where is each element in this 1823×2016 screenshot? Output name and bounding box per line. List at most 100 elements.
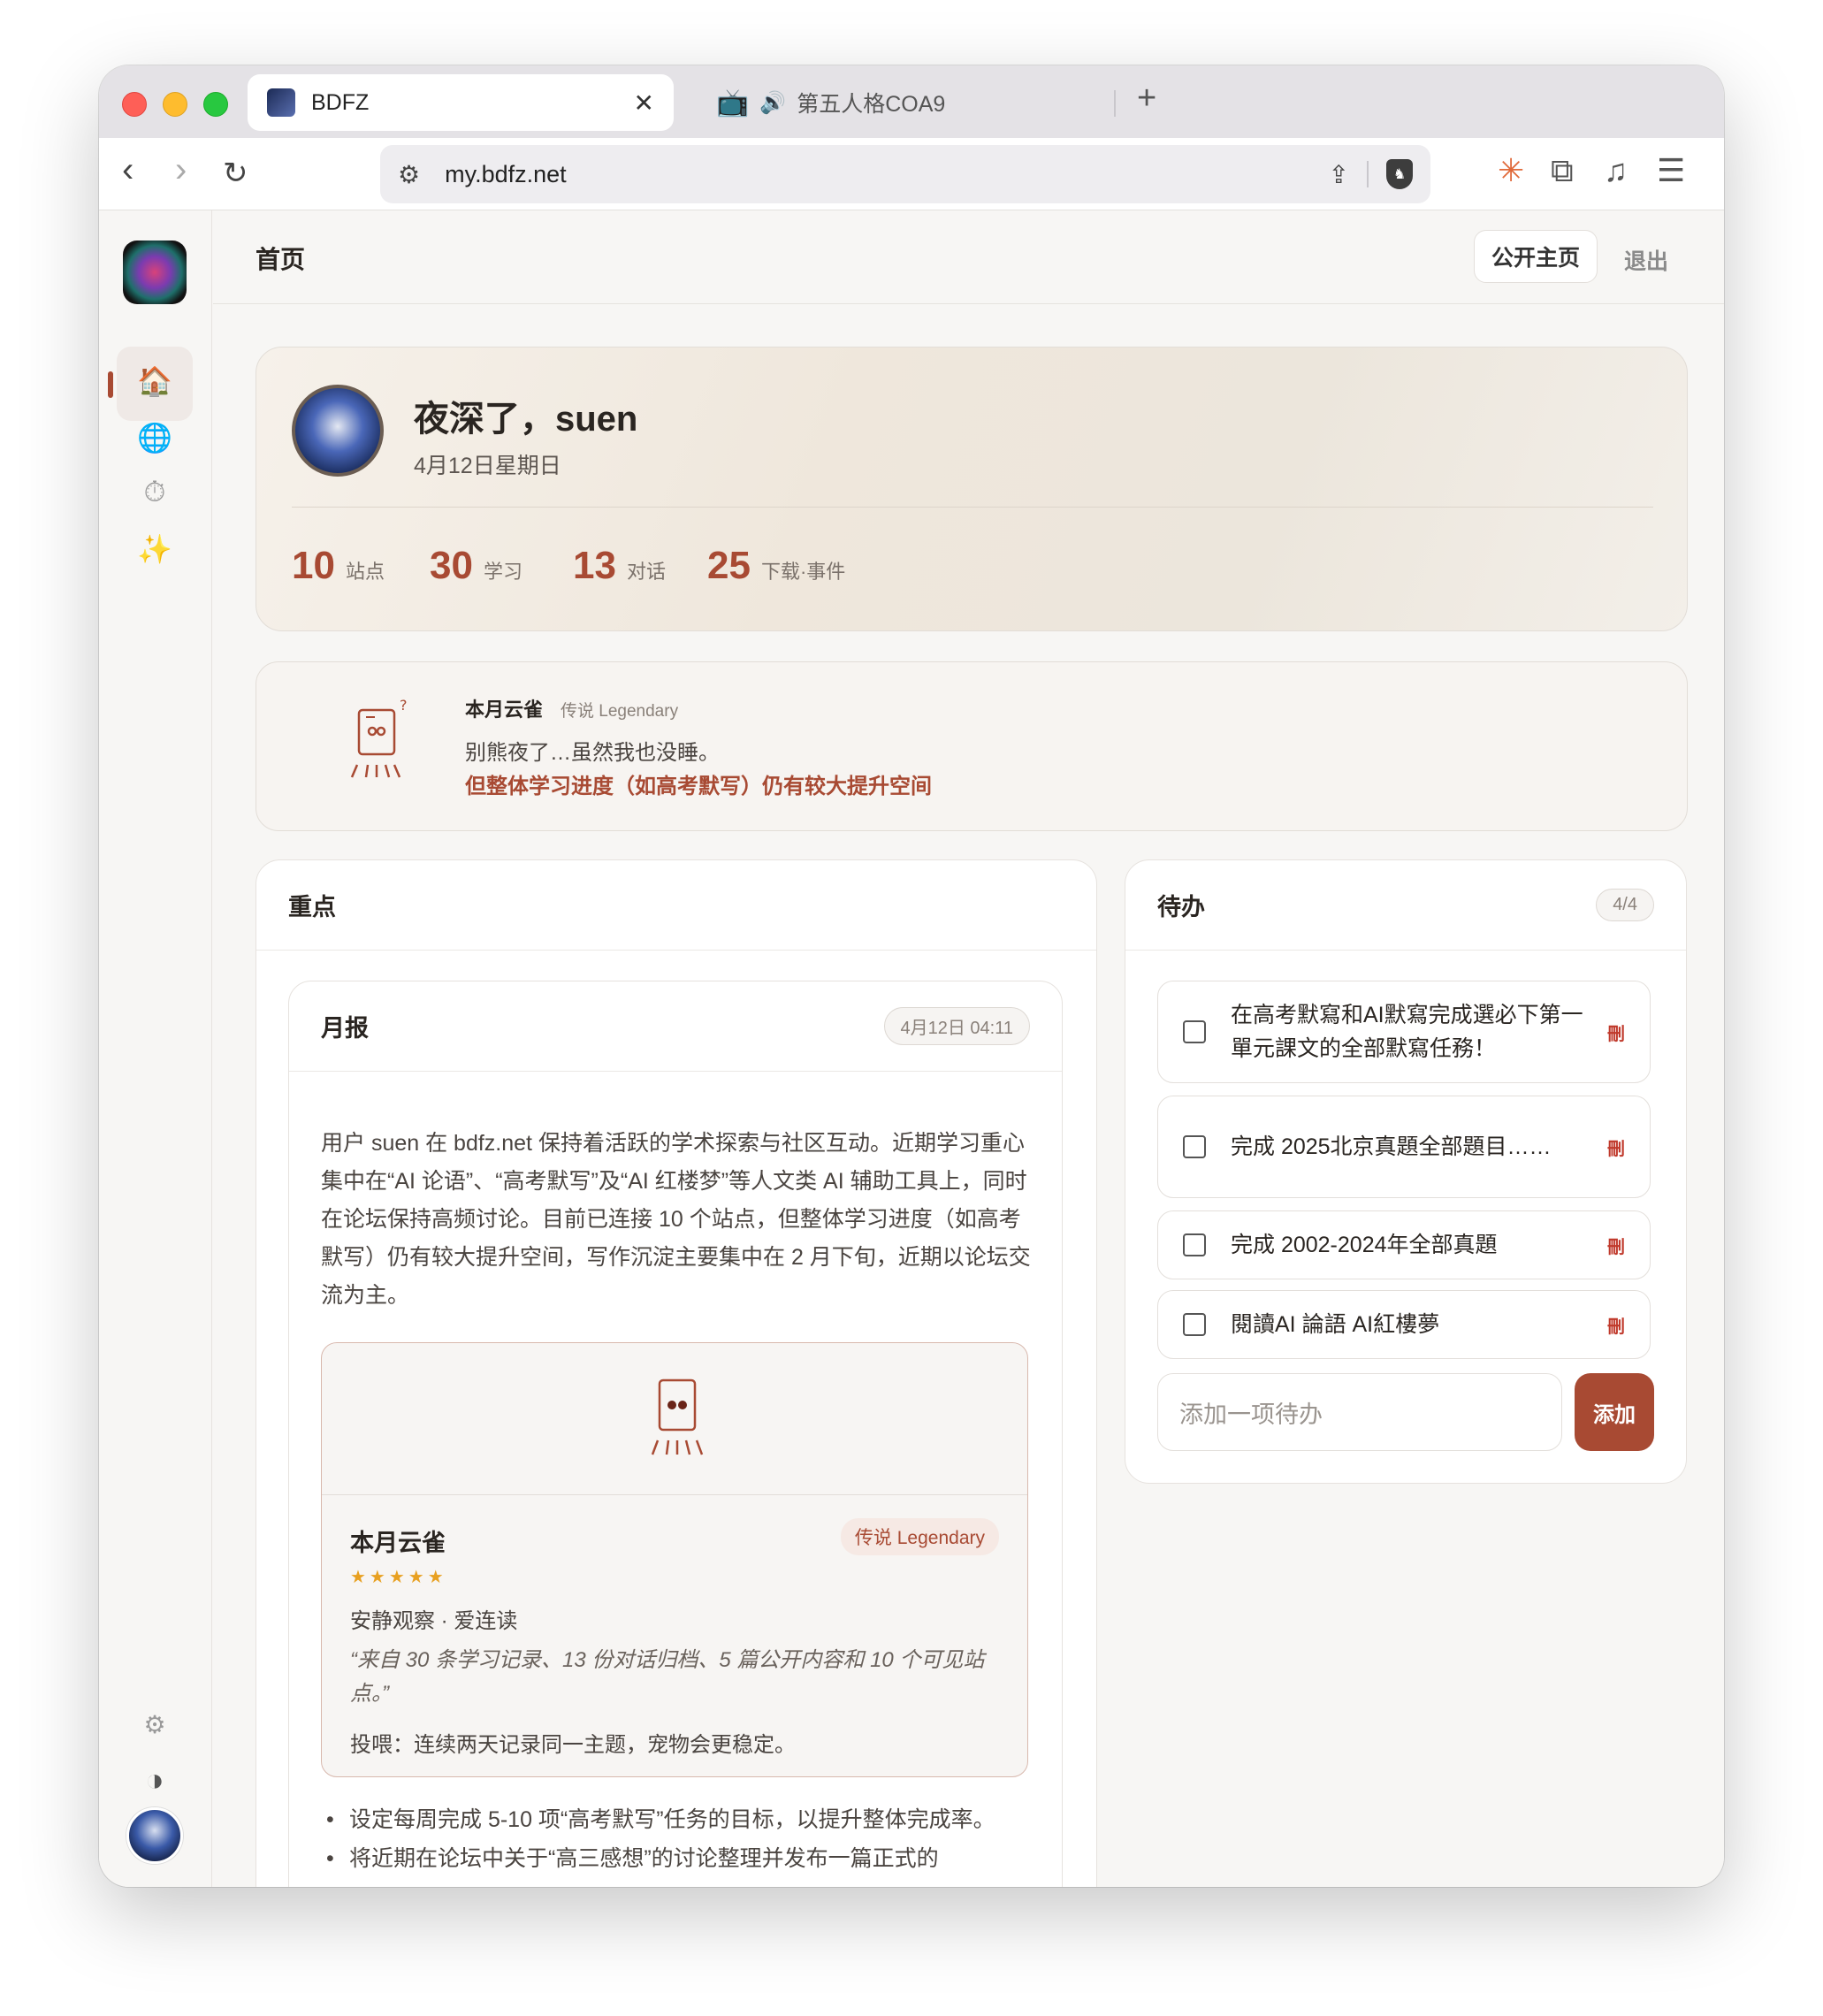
todo-text: 完成 2002-2024年全部真題 (1231, 1233, 1498, 1257)
pet-alert-banner: ? 本月云雀 传说 Legendary 别熊夜了…虽然我也没睡。 但整体学习进度… (256, 661, 1688, 831)
user-avatar[interactable] (126, 1807, 183, 1864)
logout-button[interactable]: 退出 (1624, 244, 1668, 276)
site-settings-icon[interactable]: ⚙ (398, 160, 420, 189)
back-icon[interactable]: ‹ (122, 150, 133, 190)
hero-divider (292, 507, 1653, 508)
stat-study: 30 学习 (430, 544, 522, 588)
public-homepage-button[interactable]: 公开主页 (1474, 230, 1598, 283)
tab-bar: BDFZ ✕ 📺 🔊 第五人格COA9 + (99, 65, 1724, 138)
tab-coa9[interactable]: 📺 🔊 第五人格COA9 (700, 74, 1116, 131)
timer-icon[interactable]: ⏱ (99, 476, 210, 509)
stat-label: 下载·事件 (760, 561, 846, 583)
settings-icon[interactable]: ⚙ (99, 1710, 210, 1739)
todo-delete-button[interactable]: 刪 (1607, 1233, 1625, 1258)
forward-icon[interactable]: › (175, 150, 187, 190)
stat-value: 10 (292, 544, 335, 587)
stat-label: 站点 (345, 561, 385, 583)
report-body: 用户 suen 在 bdfz.net 保持着活跃的学术探索与社区互动。近期学习重… (321, 1131, 1031, 1308)
list-item: 将近期在论坛中关于“高三感想”的讨论整理并发布一篇正式的 (321, 1841, 1028, 1876)
list-item: 设定每周完成 5-10 项“高考默写”任务的目标，以提升整体完成率。 (321, 1802, 1028, 1837)
date-text: 4月12日星期日 (414, 454, 561, 478)
pet-card-rank: 传说 Legendary (840, 1518, 999, 1555)
todo-delete-button[interactable]: 刪 (1607, 1019, 1625, 1045)
stat-value: 13 (573, 544, 616, 587)
reload-icon[interactable]: ↻ (223, 156, 248, 191)
highlights-title: 重点 (288, 894, 336, 920)
todo-checkbox[interactable] (1183, 1233, 1206, 1256)
report-timestamp: 4月12日 04:11 (883, 1007, 1030, 1045)
todo-text: 閱讀AI 論語 AI紅樓夢 (1231, 1312, 1440, 1337)
todo-text: 完成 2025北京真題全部題目…… (1231, 1134, 1552, 1159)
address-bar[interactable]: ⚙ my.bdfz.net ⇪ ♞ (380, 145, 1430, 203)
menu-icon[interactable]: ☰ (1657, 152, 1685, 189)
bdfz-favicon-icon (267, 88, 295, 117)
tab-title: BDFZ (311, 89, 370, 115)
url-divider (1367, 161, 1369, 187)
pet-stars: ★★★★★ (350, 1568, 447, 1587)
app-logo[interactable] (123, 241, 187, 304)
add-todo-button[interactable]: 添加 (1575, 1373, 1654, 1451)
extensions-icon[interactable]: ⧉ (1551, 152, 1574, 190)
todo-item: 完成 2002-2024年全部真題 刪 (1157, 1210, 1651, 1279)
report-bullets: 设定每周完成 5-10 项“高考默写”任务的目标，以提升整体完成率。 将近期在论… (321, 1802, 1028, 1880)
tab-separator (1114, 90, 1116, 117)
stat-sites: 10 站点 (292, 544, 385, 588)
url-text[interactable]: my.bdfz.net (445, 161, 1328, 188)
todo-delete-button[interactable]: 刪 (1607, 1134, 1625, 1160)
highlights-header: 重点 (256, 860, 1096, 951)
close-tab-icon[interactable]: ✕ (634, 88, 654, 118)
pet-feed-tip: 投喂：连续两天记录同一主题，宠物会更稳定。 (350, 1733, 796, 1757)
minimize-window-button[interactable] (163, 92, 187, 117)
todo-item: 完成 2025北京真題全部題目…… 刪 (1157, 1096, 1651, 1198)
stat-label: 学习 (483, 561, 522, 583)
globe-icon[interactable]: 🌐 (99, 421, 210, 454)
todo-text: 在高考默寫和AI默寫完成選必下第一單元課文的全部默寫任務！ (1231, 1003, 1583, 1061)
stat-chats: 13 对话 (573, 544, 666, 588)
hero-avatar (292, 385, 384, 477)
todo-count: 4/4 (1596, 889, 1654, 921)
tab-bdfz[interactable]: BDFZ ✕ (248, 74, 674, 131)
pet-name: 本月云雀 (465, 699, 544, 721)
todo-checkbox[interactable] (1183, 1135, 1206, 1158)
stat-value: 25 (707, 544, 751, 587)
pet-card-name: 本月云雀 (350, 1530, 446, 1556)
monthly-report-card: 月报 4月12日 04:11 用户 suen 在 bdfz.net 保持着活跃的… (288, 981, 1063, 1887)
pet-card: 本月云雀 传说 Legendary ★★★★★ 安静观察 · 爱连读 “来自 3… (321, 1342, 1028, 1777)
music-icon[interactable]: ♫ (1604, 152, 1628, 189)
highlights-card: 重点 月报 4月12日 04:11 用户 suen 在 bdfz.net 保持着… (256, 859, 1097, 1887)
stat-value: 30 (430, 544, 473, 587)
pet-quote: “来自 30 条学习记录、13 份对话归档、5 篇公开内容和 10 个可见站点。… (350, 1648, 985, 1706)
todo-checkbox[interactable] (1183, 1313, 1206, 1336)
todo-header: 待办 4/4 (1125, 860, 1686, 951)
todo-checkbox[interactable] (1183, 1020, 1206, 1043)
close-window-button[interactable] (122, 92, 147, 117)
share-icon[interactable]: ⇪ (1329, 160, 1349, 189)
todo-item: 閱讀AI 論語 AI紅樓夢 刪 (1157, 1290, 1651, 1359)
todo-title: 待办 (1157, 894, 1205, 920)
theme-toggle-icon[interactable]: ◑ (99, 1761, 210, 1798)
zoom-window-button[interactable] (203, 92, 228, 117)
svg-text:?: ? (400, 698, 408, 714)
ai-sparkle-icon[interactable]: ✳ (1498, 152, 1524, 189)
browser-toolbar: ‹ › ↻ ⚙ my.bdfz.net ⇪ ♞ ✳ ⧉ ♫ ☰ (99, 138, 1724, 210)
page-title: 首页 (256, 246, 306, 273)
greeting-text: 夜深了，suen (414, 400, 638, 439)
report-header: 月报 4月12日 04:11 (289, 981, 1062, 1072)
sparkles-icon[interactable]: ✨ (99, 532, 210, 566)
tab-title: 第五人格COA9 (797, 92, 946, 117)
new-tab-button[interactable]: + (1137, 80, 1156, 118)
add-todo-input[interactable]: 添加一项待办 (1157, 1373, 1562, 1451)
lark-pet-large-icon (651, 1378, 704, 1455)
stat-label: 对话 (626, 561, 666, 583)
report-title: 月报 (321, 1015, 369, 1042)
pet-highlight: 但整体学习进度（如高考默写）仍有较大提升空间 (465, 775, 932, 798)
brave-shield-icon[interactable]: ♞ (1386, 159, 1413, 189)
pet-message: 别熊夜了…虽然我也没睡。 (465, 741, 720, 765)
pet-rank: 传说 Legendary (561, 702, 679, 721)
pet-illustration-area (322, 1343, 1027, 1495)
home-icon[interactable]: 🏠 (99, 364, 210, 398)
greeting-hero: 夜深了，suen 4月12日星期日 10 站点 30 学习 13 对话 25 下… (256, 347, 1688, 631)
todo-delete-button[interactable]: 刪 (1607, 1312, 1625, 1338)
main-content: 首页 公开主页 退出 夜深了，suen 4月12日星期日 10 站点 30 学习… (213, 210, 1724, 1887)
speaker-icon[interactable]: 🔊 (759, 90, 786, 116)
